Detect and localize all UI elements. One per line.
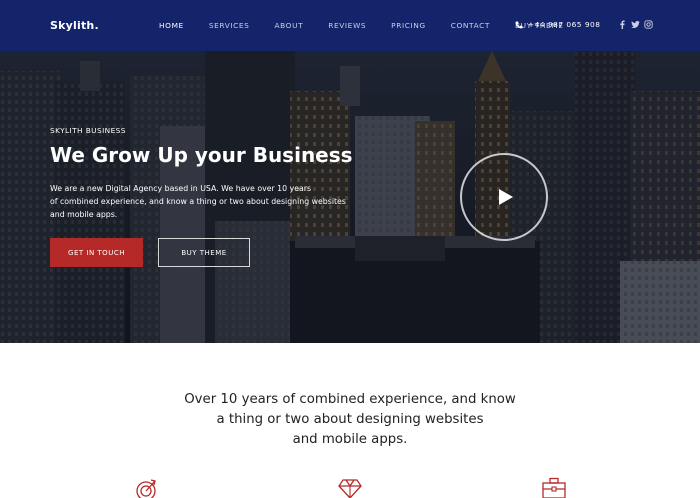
briefcase-icon	[542, 477, 566, 498]
phone-contact[interactable]: +44 987 065 908	[515, 20, 600, 29]
nav-item-contact[interactable]: CONTACT	[451, 21, 490, 30]
top-navbar: Skylith. HOME SERVICES ABOUT REVIEWS PRI…	[0, 0, 700, 51]
play-icon	[499, 189, 513, 205]
nav-item-home[interactable]: HOME	[159, 21, 184, 30]
play-video-button[interactable]	[460, 153, 548, 241]
nav-item-about[interactable]: ABOUT	[274, 21, 303, 30]
nav-item-services[interactable]: SERVICES	[209, 21, 250, 30]
phone-number: +44 987 065 908	[528, 20, 601, 29]
get-in-touch-button[interactable]: GET IN TOUCH	[50, 238, 143, 267]
nav-item-pricing[interactable]: PRICING	[391, 21, 426, 30]
hero-description-line: of combined experience, and know a thing…	[50, 197, 346, 206]
intro-line: Over 10 years of combined experience, an…	[184, 392, 516, 407]
hero-eyebrow: SKYLITH BUSINESS	[50, 126, 126, 135]
intro-line: and mobile apps.	[292, 432, 408, 447]
hero-section: SKYLITH BUSINESS We Grow Up your Busines…	[0, 51, 700, 343]
facebook-icon[interactable]	[618, 20, 627, 29]
brand-logo[interactable]: Skylith.	[50, 19, 99, 32]
hero-description-line: We are a new Digital Agency based in USA…	[50, 184, 312, 193]
target-arrow-icon	[136, 479, 156, 498]
instagram-icon[interactable]	[644, 20, 653, 29]
phone-icon	[515, 21, 523, 28]
hero-title: We Grow Up your Business	[50, 143, 353, 167]
diamond-icon	[338, 479, 362, 498]
nav-item-reviews[interactable]: REVIEWS	[328, 21, 366, 30]
intro-line: a thing or two about designing websites	[216, 412, 484, 427]
hero-description: We are a new Digital Agency based in USA…	[50, 182, 350, 221]
social-links	[618, 20, 657, 29]
hero-description-line: and mobile apps.	[50, 210, 118, 219]
intro-section: Over 10 years of combined experience, an…	[0, 390, 700, 450]
buy-theme-button[interactable]: BUY THEME	[158, 238, 250, 267]
twitter-icon[interactable]	[631, 20, 640, 29]
